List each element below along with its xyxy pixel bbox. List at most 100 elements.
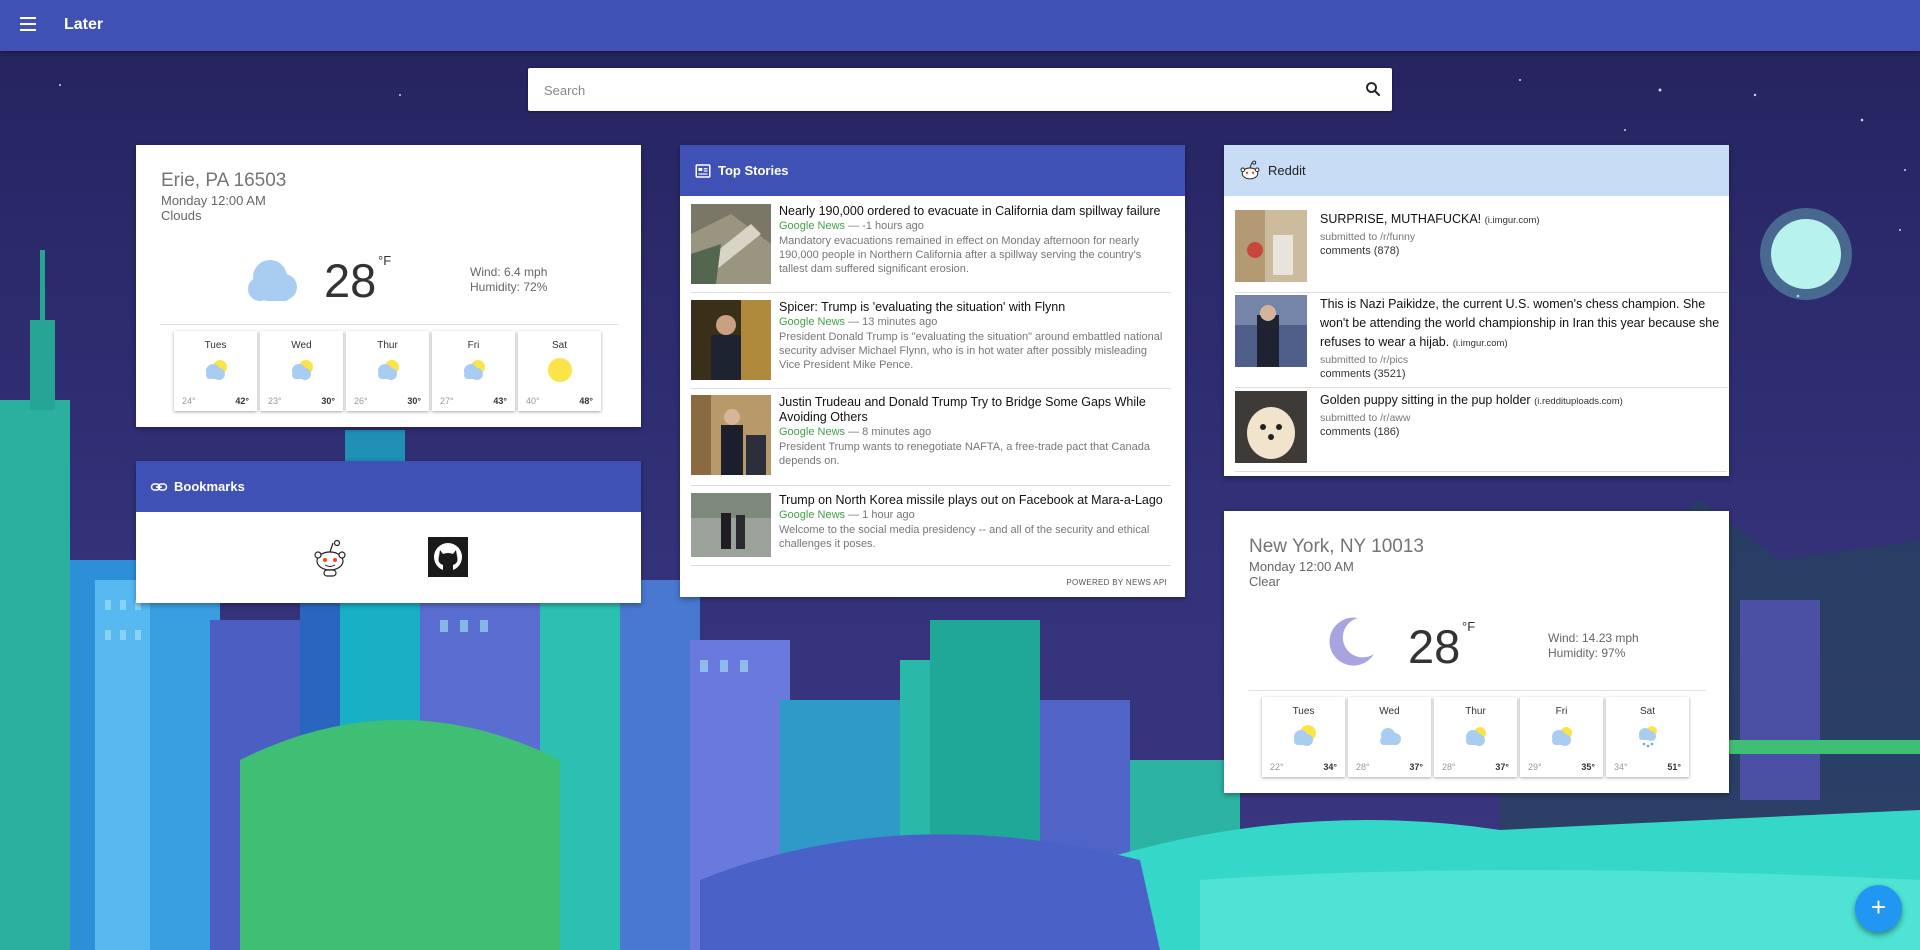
- weather-location: Erie, PA 16503: [161, 170, 287, 191]
- reddit-comments-link[interactable]: comments (878): [1320, 244, 1725, 258]
- news-description: President Donald Trump is "evaluating th…: [779, 331, 1163, 371]
- forecast-high: 37°: [1409, 762, 1423, 772]
- reddit-post-title[interactable]: SURPRISE, MUTHAFUCKA!: [1320, 212, 1481, 226]
- news-source: Google News: [779, 220, 846, 232]
- forecast-low: 34°: [1614, 762, 1628, 772]
- app-bar: Later: [0, 0, 1920, 51]
- news-title[interactable]: Trump on North Korea missile plays out o…: [779, 493, 1169, 508]
- news-source: Google News: [779, 426, 846, 438]
- forecast-day: Thur 26° 30°: [346, 331, 429, 411]
- search-input[interactable]: [542, 68, 1336, 113]
- news-description: Mandatory evacuations remained in effect…: [779, 235, 1142, 275]
- partly-cloudy-icon: [464, 360, 485, 380]
- news-time: — 1 hour ago: [845, 509, 915, 521]
- search-icon[interactable]: [1364, 80, 1382, 98]
- partly-cloudy-icon: [378, 360, 399, 380]
- partly-cloudy-icon: [1466, 727, 1486, 746]
- forecast-low: 28°: [1442, 762, 1456, 772]
- top-stories-title: Top Stories: [718, 163, 789, 178]
- bookmarks-card: Bookmarks: [136, 461, 641, 603]
- forecast-day: Fri 27° 43°: [432, 331, 515, 411]
- forecast-day-name: Fri: [1555, 706, 1568, 717]
- reddit-post[interactable]: SURPRISE, MUTHAFUCKA! (i.imgur.com) subm…: [1235, 210, 1727, 293]
- news-description: Welcome to the social media presidency -…: [779, 524, 1150, 550]
- reddit-post[interactable]: This is Nazi Paikidze, the current U.S. …: [1235, 295, 1727, 388]
- forecast-day-name: Fri: [467, 340, 480, 351]
- reddit-subreddit: submitted to /r/aww: [1320, 412, 1411, 424]
- news-item[interactable]: Justin Trudeau and Donald Trump Try to B…: [691, 395, 1171, 486]
- news-time: — 8 minutes ago: [845, 426, 932, 438]
- weather-card-new-york: New York, NY 10013 Monday 12:00 AM Clear…: [1224, 511, 1729, 793]
- news-icon: [695, 163, 711, 178]
- news-time: — 13 minutes ago: [845, 316, 938, 328]
- forecast-day-name: Thur: [1465, 706, 1486, 717]
- forecast-day: Thur 28° 37°: [1434, 697, 1517, 777]
- powered-by-label[interactable]: POWERED BY NEWS API: [1066, 578, 1167, 587]
- reddit-title: Reddit: [1268, 163, 1306, 178]
- reddit-post[interactable]: Golden puppy sitting in the pup holder (…: [1235, 391, 1727, 472]
- news-title[interactable]: Spicer: Trump is 'evaluating the situati…: [779, 300, 1169, 315]
- forecast-low: 26°: [354, 396, 368, 406]
- bookmarks-title: Bookmarks: [174, 479, 245, 494]
- forecast-day: Wed 23° 30°: [260, 331, 343, 411]
- reddit-icon[interactable]: [310, 537, 350, 577]
- forecast-day-name: Wed: [1379, 706, 1400, 717]
- forecast-high: 35°: [1581, 762, 1595, 772]
- reddit-subreddit: submitted to /r/pics: [1320, 354, 1409, 366]
- news-title[interactable]: Nearly 190,000 ordered to evacuate in Ca…: [779, 204, 1169, 219]
- forecast-day: Tues 22° 34°: [1262, 697, 1345, 777]
- divider: [160, 324, 618, 325]
- forecast-row: Tues 22° 34° Wed 28° 37° Thur 28° 37° Fr…: [1262, 697, 1689, 777]
- reddit-icon: [1240, 160, 1260, 179]
- weather-unit: °F: [378, 253, 392, 268]
- weather-condition: Clear: [1249, 574, 1281, 589]
- reddit-post-title[interactable]: This is Nazi Paikidze, the current U.S. …: [1320, 297, 1719, 349]
- reddit-comments-link[interactable]: comments (186): [1320, 425, 1725, 439]
- forecast-day-name: Wed: [291, 340, 312, 351]
- forecast-high: 30°: [407, 396, 421, 406]
- forecast-day-name: Tues: [204, 340, 227, 351]
- reddit-thumbnail: [1235, 295, 1307, 367]
- forecast-high: 34°: [1323, 762, 1337, 772]
- forecast-day: Wed 28° 37°: [1348, 697, 1431, 777]
- link-icon: [150, 482, 168, 491]
- reddit-thumbnail: [1235, 210, 1307, 282]
- forecast-low: 27°: [440, 396, 454, 406]
- weather-card-erie: Erie, PA 16503 Monday 12:00 AM Clouds 28…: [136, 145, 641, 427]
- weather-humidity: Humidity: 72%: [470, 280, 548, 294]
- forecast-day-name: Tues: [1292, 706, 1315, 717]
- sun-icon: [548, 358, 572, 382]
- github-icon[interactable]: [428, 537, 468, 577]
- app-title: Later: [64, 16, 104, 33]
- news-time: — -1 hours ago: [845, 220, 924, 232]
- forecast-day-name: Sat: [1639, 706, 1655, 717]
- search-bar: [528, 68, 1392, 113]
- news-item[interactable]: Spicer: Trump is 'evaluating the situati…: [691, 300, 1171, 389]
- forecast-day: Fri 29° 35°: [1520, 697, 1603, 777]
- top-stories-header: Top Stories: [680, 145, 1185, 196]
- news-thumbnail: [691, 493, 771, 557]
- hamburger-menu-icon[interactable]: [20, 17, 36, 31]
- weather-wind: Wind: 14.23 mph: [1548, 631, 1639, 645]
- forecast-day: Tues 24° 42°: [174, 331, 257, 411]
- forecast-low: 22°: [1270, 762, 1284, 772]
- reddit-thumbnail: [1235, 391, 1307, 463]
- news-item[interactable]: Trump on North Korea missile plays out o…: [691, 493, 1171, 566]
- forecast-low: 28°: [1356, 762, 1370, 772]
- news-title[interactable]: Justin Trudeau and Donald Trump Try to B…: [779, 395, 1169, 425]
- weather-unit: °F: [1462, 619, 1476, 634]
- reddit-post-domain: (i.imgur.com): [1484, 215, 1540, 226]
- top-stories-card: Top Stories Nearly 190,000 ordered to ev…: [680, 145, 1185, 597]
- forecast-high: 37°: [1495, 762, 1509, 772]
- news-item[interactable]: Nearly 190,000 ordered to evacuate in Ca…: [691, 204, 1171, 293]
- reddit-comments-link[interactable]: comments (3521): [1320, 367, 1725, 381]
- cloud-icon: [1380, 728, 1401, 745]
- reddit-card: Reddit SURPRISE, MUTHAFUCKA! (i.imgur.co…: [1224, 145, 1729, 476]
- partly-cloudy-icon: [206, 360, 227, 380]
- forecast-low: 40°: [526, 396, 540, 406]
- cloud-icon: [248, 260, 297, 301]
- forecast-day: Sat 34° 51°: [1606, 697, 1689, 777]
- reddit-post-title[interactable]: Golden puppy sitting in the pup holder: [1320, 393, 1531, 407]
- add-widget-button[interactable]: +: [1855, 885, 1902, 932]
- forecast-high: 51°: [1667, 762, 1681, 772]
